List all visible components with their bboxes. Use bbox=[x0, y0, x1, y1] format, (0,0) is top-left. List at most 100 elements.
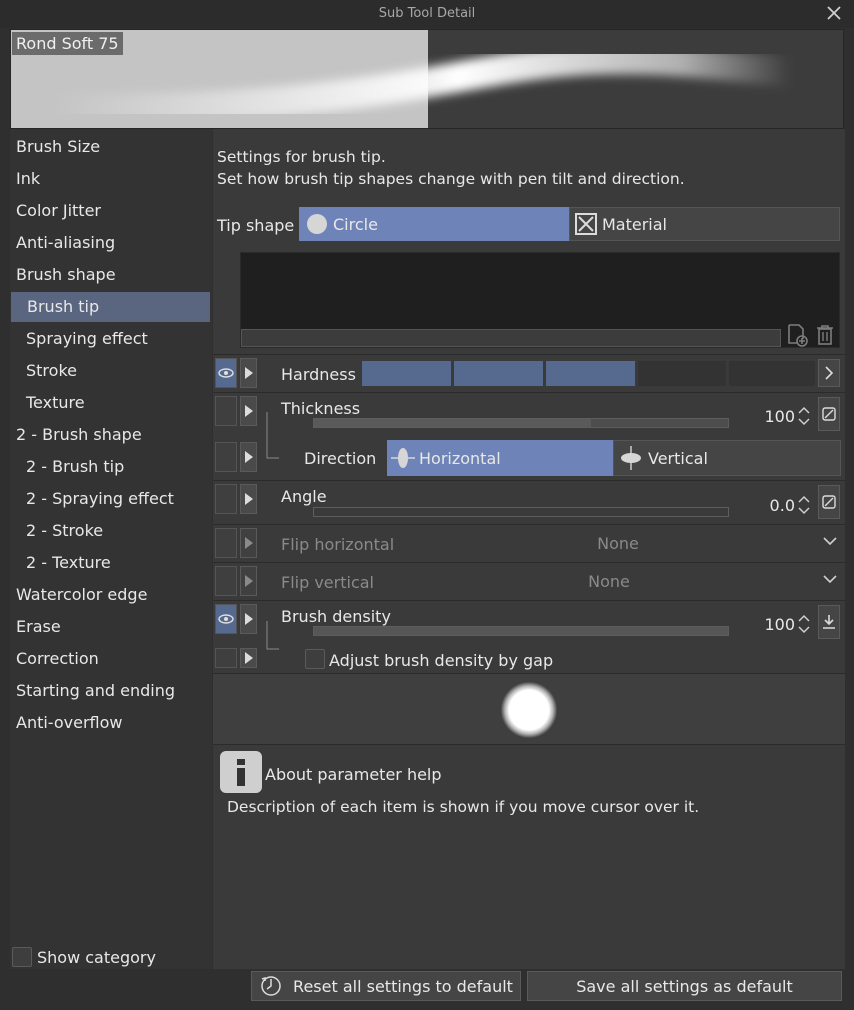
tip-list-scrollbar[interactable] bbox=[241, 329, 781, 347]
thickness-expand-button[interactable] bbox=[240, 396, 257, 426]
tip-shape-material-option[interactable]: Material bbox=[569, 207, 840, 241]
hardness-next-button[interactable] bbox=[818, 359, 840, 387]
show-category-checkbox[interactable] bbox=[12, 947, 32, 967]
help-title: About parameter help bbox=[265, 765, 442, 784]
thickness-slider-fill bbox=[314, 419, 592, 427]
direction-eye-toggle[interactable] bbox=[215, 442, 237, 472]
null-icon bbox=[822, 407, 836, 421]
sidebar-item-erase[interactable]: Erase bbox=[10, 612, 210, 642]
description-line-2: Set how brush tip shapes change with pen… bbox=[217, 170, 685, 188]
thickness-eye-toggle[interactable] bbox=[215, 396, 237, 426]
close-icon[interactable] bbox=[826, 5, 842, 21]
brush-density-value[interactable]: 100 bbox=[755, 615, 795, 634]
play-icon bbox=[244, 405, 253, 417]
flip-horizontal-value: None bbox=[597, 533, 639, 553]
link-line-icon bbox=[266, 412, 279, 459]
hardness-segment-2[interactable] bbox=[453, 360, 544, 387]
hardness-segment-3[interactable] bbox=[545, 360, 636, 387]
eye-icon bbox=[218, 614, 234, 624]
sidebar-item-ink[interactable]: Ink bbox=[10, 164, 210, 194]
sidebar-item-watercolor-edge[interactable]: Watercolor edge bbox=[10, 580, 210, 610]
direction-horizontal-option[interactable]: Horizontal bbox=[387, 440, 613, 476]
flip-vertical-dropdown[interactable]: None bbox=[377, 566, 841, 596]
show-category-toggle[interactable]: Show category bbox=[12, 946, 156, 968]
flip-horizontal-label: Flip horizontal bbox=[281, 535, 395, 554]
hardness-segment-5[interactable] bbox=[728, 360, 816, 387]
hardness-segment-1[interactable] bbox=[361, 360, 452, 387]
reset-all-button[interactable]: Reset all settings to default bbox=[251, 971, 521, 1001]
tip-shape-label: Tip shape bbox=[217, 216, 295, 235]
sidebar-item-brush-size[interactable]: Brush Size bbox=[10, 132, 210, 162]
adjust-density-eye-toggle[interactable] bbox=[215, 648, 237, 668]
thickness-spin-icon[interactable] bbox=[797, 405, 811, 427]
hardness-segment-4[interactable] bbox=[637, 360, 727, 387]
thickness-reset-button[interactable] bbox=[818, 397, 840, 431]
sidebar-item-anti-aliasing[interactable]: Anti-aliasing bbox=[10, 228, 210, 258]
sidebar-item-brush-tip[interactable]: Brush tip bbox=[11, 292, 210, 322]
sidebar-item-color-jitter[interactable]: Color Jitter bbox=[10, 196, 210, 226]
trash-icon[interactable] bbox=[813, 323, 837, 347]
material-icon bbox=[575, 213, 597, 235]
thickness-value[interactable]: 100 bbox=[755, 407, 795, 426]
angle-spin-icon[interactable] bbox=[797, 494, 811, 516]
show-category-label: Show category bbox=[37, 947, 156, 967]
flip-vertical-label: Flip vertical bbox=[281, 573, 374, 592]
angle-expand-button[interactable] bbox=[240, 484, 257, 514]
brush-density-slider[interactable] bbox=[313, 626, 729, 636]
sidebar-item-2-stroke[interactable]: 2 - Stroke bbox=[10, 516, 210, 546]
vertical-icon bbox=[621, 446, 641, 470]
hardness-expand-button[interactable] bbox=[240, 358, 257, 388]
sidebar-item-texture[interactable]: Texture bbox=[10, 388, 210, 418]
adjust-density-checkbox[interactable] bbox=[305, 649, 325, 669]
flip-vertical-expand-button[interactable] bbox=[240, 566, 257, 596]
horizontal-icon bbox=[391, 448, 415, 468]
angle-eye-toggle[interactable] bbox=[215, 484, 237, 514]
play-icon bbox=[244, 652, 253, 664]
tip-material-list[interactable] bbox=[240, 252, 840, 348]
brush-density-expand-button[interactable] bbox=[240, 604, 257, 634]
sidebar-item-2-brush-shape[interactable]: 2 - Brush shape bbox=[10, 420, 210, 450]
hardness-eye-toggle[interactable] bbox=[215, 358, 237, 388]
play-icon bbox=[244, 451, 253, 463]
sidebar-item-2-brush-tip[interactable]: 2 - Brush tip bbox=[10, 452, 210, 482]
thickness-slider[interactable] bbox=[313, 418, 729, 428]
sidebar-item-anti-overflow[interactable]: Anti-overflow bbox=[10, 708, 210, 738]
chevron-right-icon bbox=[825, 366, 833, 380]
save-all-label: Save all settings as default bbox=[576, 976, 793, 996]
add-tip-icon[interactable] bbox=[785, 323, 809, 347]
sidebar-item-spraying-effect[interactable]: Spraying effect bbox=[10, 324, 210, 354]
sidebar-item-2-texture[interactable]: 2 - Texture bbox=[10, 548, 210, 578]
hardness-label: Hardness bbox=[281, 365, 356, 384]
thickness-label: Thickness bbox=[281, 399, 361, 418]
reset-dial-icon bbox=[261, 976, 281, 996]
direction-vertical-option[interactable]: Vertical bbox=[613, 440, 841, 476]
description-line-1: Settings for brush tip. bbox=[217, 148, 386, 166]
flip-horizontal-eye-toggle[interactable] bbox=[215, 528, 237, 558]
adjust-density-expand-button[interactable] bbox=[240, 648, 257, 668]
info-icon bbox=[220, 751, 262, 793]
sidebar-item-starting-and-ending[interactable]: Starting and ending bbox=[10, 676, 210, 706]
brush-tip-preview bbox=[213, 673, 845, 746]
stroke-sample-icon bbox=[36, 44, 806, 124]
flip-horizontal-expand-button[interactable] bbox=[240, 528, 257, 558]
save-all-button[interactable]: Save all settings as default bbox=[527, 971, 842, 1001]
tip-shape-circle-option[interactable]: Circle bbox=[299, 207, 569, 241]
brush-density-eye-toggle[interactable] bbox=[215, 604, 237, 634]
sidebar-item-brush-shape[interactable]: Brush shape bbox=[10, 260, 210, 290]
download-arrow-icon bbox=[823, 615, 835, 629]
window-title: Sub Tool Detail bbox=[378, 6, 476, 21]
sidebar-item-2-spraying-effect[interactable]: 2 - Spraying effect bbox=[10, 484, 210, 514]
brush-density-spin-icon[interactable] bbox=[797, 613, 811, 635]
angle-reset-button[interactable] bbox=[818, 485, 840, 519]
separator bbox=[213, 600, 845, 601]
angle-slider[interactable] bbox=[313, 507, 729, 517]
direction-label: Direction bbox=[304, 449, 377, 468]
flip-vertical-eye-toggle[interactable] bbox=[215, 566, 237, 596]
brush-density-pressure-button[interactable] bbox=[818, 605, 840, 639]
flip-horizontal-dropdown[interactable]: None bbox=[395, 528, 841, 558]
sidebar-item-correction[interactable]: Correction bbox=[10, 644, 210, 674]
angle-value[interactable]: 0.0 bbox=[755, 496, 795, 515]
direction-expand-button[interactable] bbox=[240, 442, 257, 472]
separator bbox=[213, 562, 845, 563]
sidebar-item-stroke[interactable]: Stroke bbox=[10, 356, 210, 386]
